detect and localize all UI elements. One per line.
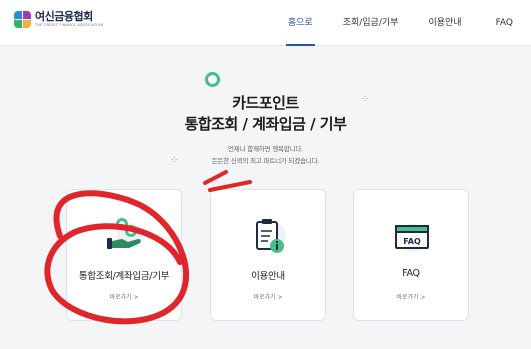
hero-title-line2: 통합조회 / 계좌입금 / 기부	[184, 115, 347, 133]
card-inquiry-link[interactable]: 바로가기 >	[67, 292, 181, 301]
card-faq-link[interactable]: 바로가기 >	[354, 292, 468, 301]
card-guide-link[interactable]: 바로가기 >	[211, 292, 325, 301]
faq-window-icon: FAQ	[395, 224, 429, 252]
hero-subtitle-line2: 든든한 신뢰의 최고 파트너가 되겠습니다.	[211, 157, 320, 165]
hand-coins-icon	[107, 218, 143, 249]
card-inquiry[interactable]: 통합조회/계좌입금/기부 바로가기 >	[66, 189, 182, 321]
main-nav: 홈으로 조회/입금/기부 이용안내 FAQ	[276, 0, 531, 46]
nav-home[interactable]: 홈으로	[276, 0, 325, 46]
nav-guide[interactable]: 이용안내	[416, 0, 473, 46]
logo-mark-icon	[14, 11, 31, 28]
card-inquiry-label: 통합조회/계좌입금/기부	[78, 271, 170, 282]
logo-title: 여신금융협회	[35, 10, 93, 23]
card-guide[interactable]: 이용안내 바로가기 >	[210, 189, 326, 321]
nav-inquiry[interactable]: 조회/입금/기부	[331, 0, 411, 46]
hero-subtitle-line1: 언제나 함께하면 행복합니다.	[228, 145, 303, 153]
hero-title-line1: 카드포인트	[232, 94, 299, 112]
logo-subtitle: THE CREDIT FINANCE ASSOCIATION	[35, 23, 104, 27]
nav-faq[interactable]: FAQ	[484, 0, 525, 46]
logo[interactable]: 여신금융협회 THE CREDIT FINANCE ASSOCIATION	[14, 11, 103, 28]
card-guide-label: 이용안내	[251, 271, 285, 282]
card-faq[interactable]: FAQ FAQ 바로가기 >	[353, 189, 469, 321]
faq-icon-text: FAQ	[403, 237, 421, 246]
clipboard-info-icon	[256, 219, 286, 253]
card-faq-label: FAQ	[402, 268, 420, 279]
decorative-ring	[205, 72, 220, 87]
site-header: 여신금융협회 THE CREDIT FINANCE ASSOCIATION 홈으…	[0, 0, 531, 46]
